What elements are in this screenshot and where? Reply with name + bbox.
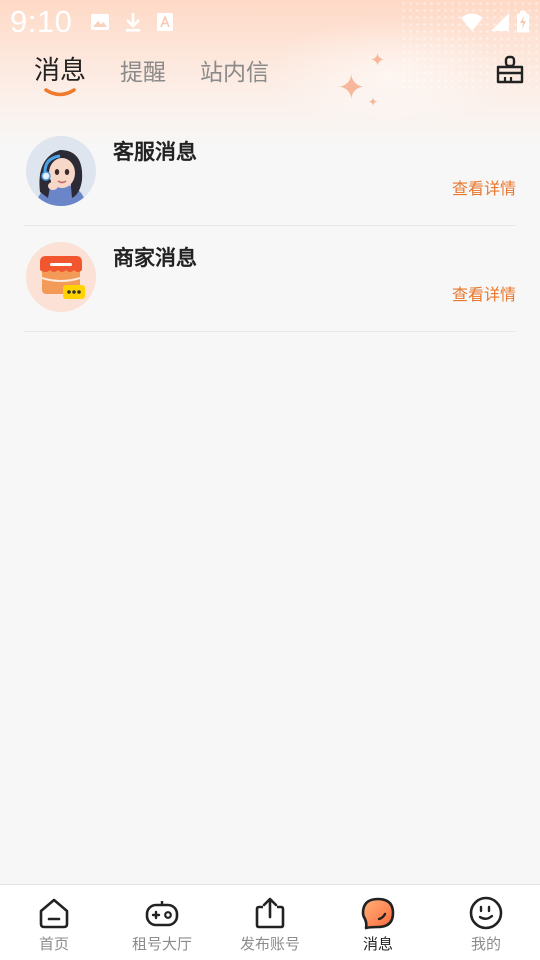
nav-label: 消息 [362,935,393,953]
nav-label: 发布账号 [239,935,300,953]
tab-active-indicator [44,88,76,97]
tab-reminders[interactable]: 提醒 [120,53,166,87]
view-details-link[interactable]: 查看详情 [452,175,516,199]
message-list: 客服消息 查看详情 商家消息 查看详情 [24,120,516,332]
tab-inbox[interactable]: 站内信 [200,53,269,87]
message-title: 商家消息 [113,246,197,270]
nav-item-publish-account[interactable]: 发布账号 [216,885,324,960]
nav-label: 租号大厅 [131,935,192,953]
sparkle-icon: ✦ [337,68,366,108]
home-icon [39,898,69,929]
merchant-shop-icon [26,242,96,312]
battery-charging-icon [517,11,529,33]
message-tabs: 消息 提醒 站内信 [34,50,269,100]
message-icon [361,897,395,930]
tab-label: 提醒 [120,60,167,86]
view-details-link[interactable]: 查看详情 [452,281,516,305]
nav-item-home[interactable]: 首页 [0,885,108,960]
message-item-merchant[interactable]: 商家消息 查看详情 [24,226,516,332]
customer-service-avatar [26,136,96,206]
font-icon [157,13,174,31]
bottom-nav: 首页 租号大厅 发布账号 消息 我的 [0,884,540,960]
sparkle-icon: ✦ [370,50,386,71]
upload-icon [255,897,285,929]
nav-label: 我的 [470,935,501,953]
signal-icon [491,13,509,31]
tab-messages[interactable]: 消息 [34,50,87,97]
message-item-customer-service[interactable]: 客服消息 查看详情 [24,120,516,226]
profile-face-icon [469,896,503,930]
nav-item-profile[interactable]: 我的 [432,885,540,960]
download-icon [126,13,141,32]
image-icon [91,14,110,30]
gamepad-icon [145,901,179,927]
broom-icon[interactable] [494,54,526,86]
status-time: 9:10 [10,4,73,39]
message-title: 客服消息 [113,140,197,164]
nav-label: 首页 [38,935,69,953]
wifi-icon [461,13,483,31]
nav-item-rental-hall[interactable]: 租号大厅 [108,885,216,960]
tab-label: 消息 [34,56,87,86]
status-bar: 9:10 [0,0,540,44]
nav-item-messages[interactable]: 消息 [324,885,432,960]
tab-label: 站内信 [200,60,270,86]
sparkle-icon: ✦ [368,95,379,109]
